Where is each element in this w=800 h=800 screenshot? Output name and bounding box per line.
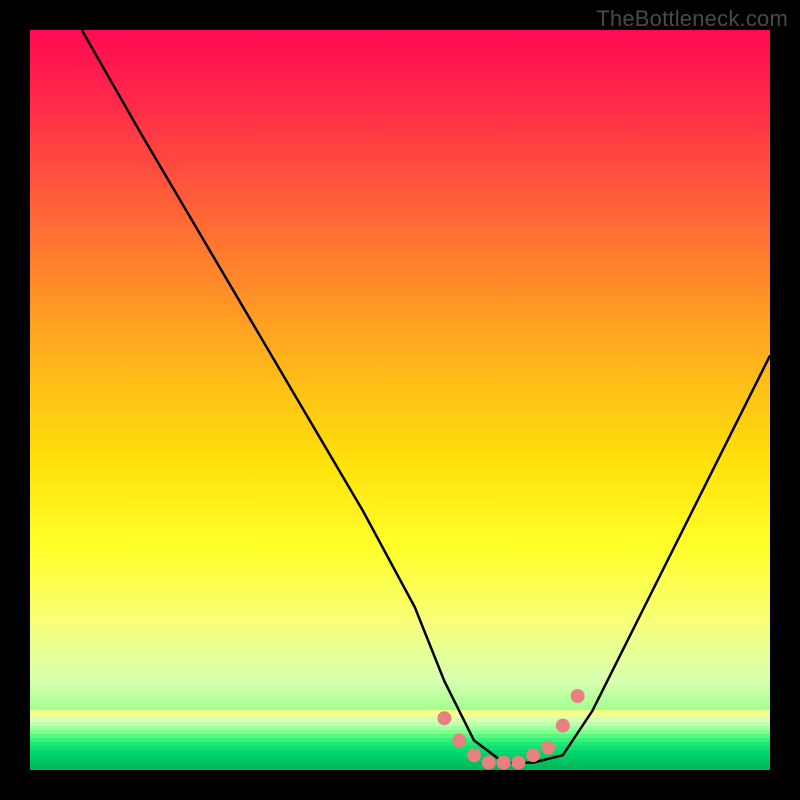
chart-svg bbox=[0, 0, 800, 800]
curve-highlight bbox=[437, 689, 584, 770]
watermark-text: TheBottleneck.com bbox=[596, 6, 788, 32]
curve-path bbox=[82, 30, 770, 763]
